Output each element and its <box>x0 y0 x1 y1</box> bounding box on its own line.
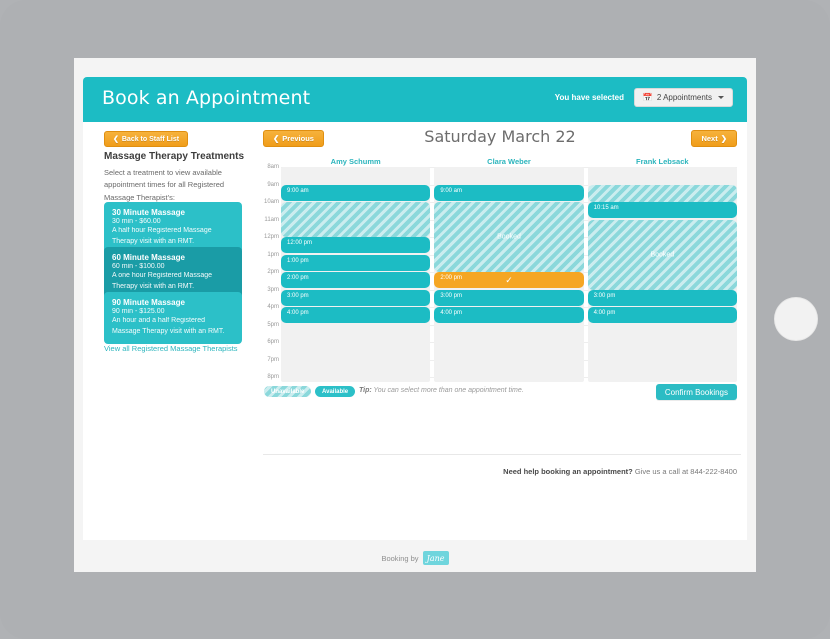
footer-divider <box>263 454 741 455</box>
hour-label-3pm: 3pm <box>267 286 279 293</box>
help-question: Need help booking an appointment? <box>503 467 633 476</box>
hour-label-8am: 8am <box>267 164 279 170</box>
time-slot-4-00-pm[interactable]: 4:00 pm <box>434 307 584 323</box>
staff-column-header-clara-weber: Clara Weber <box>487 157 531 166</box>
back-button-label: Back to Staff List <box>121 135 180 143</box>
unavailable-block <box>587 184 737 202</box>
time-slot-3-00-pm[interactable]: 3:00 pm <box>281 289 431 306</box>
time-slot-label: 1:00 pm <box>287 257 309 264</box>
treatment-name: 90 Minute Massage <box>112 298 185 307</box>
time-slot-label: 4:00 pm <box>593 310 616 316</box>
time-slot-label: 3:00 pm <box>440 292 463 299</box>
confirm-bookings-button[interactable]: Confirm Bookings <box>655 384 737 400</box>
time-slot-3-00-pm[interactable]: 3:00 pm <box>587 289 737 306</box>
chevron-left-icon: ❮ <box>113 136 119 143</box>
sidebar-title: Massage Therapy Treatments <box>104 151 245 162</box>
time-grid: 8am 9am 10am 11am 12pm 1pm 2pm 3pm 4pm 5pm 6pm 7pm 8… <box>253 164 747 382</box>
time-slot-label: 10:15 am <box>593 205 619 211</box>
tip-text: Tip: You can select more than one appoin… <box>359 387 524 394</box>
hour-label-11am: 11am <box>264 216 279 223</box>
time-slot-9-00-am[interactable]: 9:00 am <box>434 184 584 201</box>
time-slot-1-00-pm[interactable]: 1:00 pm <box>281 254 431 271</box>
treatment-price: 90 min - $125.00 <box>112 308 165 315</box>
unavailable-block: Booked <box>587 219 737 290</box>
hour-label-7pm: 7pm <box>267 356 279 363</box>
view-all-therapists-link[interactable]: View all Registered Massage Therapists <box>104 344 238 353</box>
hour-label-6pm: 6pm <box>267 339 279 345</box>
time-slot-label: 9:00 am <box>287 187 309 194</box>
back-to-staff-list-button[interactable]: ❮ Back to Staff List <box>104 131 189 147</box>
help-text: Need help booking an appointment? Give u… <box>503 467 737 476</box>
calendar-panel: ❮ Previous Next ❯ Saturday March 22 Amy … <box>253 122 747 540</box>
help-answer: Give us a call at 844-222-8400 <box>632 467 737 476</box>
treatment-name: 30 Minute Massage <box>112 208 185 217</box>
time-slot-10-15-am[interactable]: 10:15 am <box>587 202 737 218</box>
hour-label-9am: 9am <box>267 181 279 188</box>
app-content: ❮ Back to Staff List Massage Therapy Tre… <box>83 122 747 540</box>
treatment-name: 60 Minute Massage <box>112 253 185 262</box>
hour-label-4pm: 4pm <box>267 304 279 310</box>
jane-logo: Jane <box>422 551 449 565</box>
legend-badge-unavailable: Unavailable <box>264 386 311 397</box>
time-slot-label: 3:00 pm <box>593 292 616 299</box>
treatment-price: 30 min - $60.00 <box>112 218 161 225</box>
app-screen: Book an Appointment You have selected 📅 … <box>74 58 756 572</box>
tip-body: You can select more than one appointment… <box>371 387 524 394</box>
app-header: Book an Appointment You have selected 📅 … <box>83 77 747 122</box>
time-slot-2-00-pm[interactable]: 2:00 pm <box>281 272 431 288</box>
time-slot-label: 9:00 am <box>440 187 463 194</box>
treatment-card-90-minute[interactable]: 90 Minute Massage 90 min - $125.00 An ho… <box>104 292 242 344</box>
time-slot-2-00-pm[interactable]: 2:00 pm ✓ <box>434 272 584 288</box>
booked-label: Booked <box>497 233 521 241</box>
branding: Booking by Jane <box>74 544 756 572</box>
time-slot-3-00-pm[interactable]: 3:00 pm <box>434 289 584 306</box>
hour-label-8pm: 8pm <box>267 374 279 380</box>
tablet-frame: Book an Appointment You have selected 📅 … <box>0 0 830 639</box>
sidebar: ❮ Back to Staff List Massage Therapy Tre… <box>83 122 253 540</box>
hour-label-1pm: 1pm <box>267 251 279 258</box>
tablet-home-button[interactable] <box>774 297 818 341</box>
time-slot-4-00-pm[interactable]: 4:00 pm <box>587 307 737 323</box>
hour-label-2pm: 2pm <box>267 269 279 275</box>
chevron-down-icon <box>718 96 724 99</box>
unavailable-block <box>281 202 431 237</box>
hour-label-5pm: 5pm <box>267 321 279 328</box>
staff-column-header-frank-lebsack: Frank Lebsack <box>636 157 689 166</box>
time-slot-4-00-pm[interactable]: 4:00 pm <box>281 307 431 323</box>
branding-text: Booking by <box>381 553 419 563</box>
check-icon: ✓ <box>505 275 513 285</box>
treatment-description: An hour and a half Registered Massage Th… <box>112 317 225 335</box>
treatment-description: A half hour Registered Massage Therapy v… <box>112 227 212 245</box>
page-title: Book an Appointment <box>102 87 311 109</box>
legend-row: Unavailable Available Tip: You can selec… <box>253 384 747 404</box>
hour-label-12pm: 12pm <box>263 234 279 240</box>
time-slot-label: 2:00 pm <box>287 275 309 281</box>
appointments-dropdown-label: 2 Appointments <box>656 93 712 102</box>
time-slot-9-00-am[interactable]: 9:00 am <box>281 184 431 201</box>
appointments-dropdown[interactable]: 📅 2 Appointments <box>633 88 733 107</box>
time-slot-label: 4:00 pm <box>440 310 463 316</box>
time-slot-label: 3:00 pm <box>287 292 309 299</box>
booked-label: Booked <box>650 251 675 258</box>
time-slot-label: 4:00 pm <box>287 310 309 316</box>
tip-prefix: Tip: <box>359 387 372 394</box>
time-slot-label: 12:00 pm <box>287 240 313 246</box>
treatment-price: 60 min - $100.00 <box>112 263 165 270</box>
calendar-date-title: Saturday March 22 <box>424 127 576 146</box>
calendar-icon: 📅 <box>642 92 653 102</box>
treatment-description: A one hour Registered Massage Therapy vi… <box>112 272 213 290</box>
hour-label-10am: 10am <box>263 199 279 205</box>
selected-count-label: You have selected <box>554 93 624 102</box>
time-slot-12-00-pm[interactable]: 12:00 pm <box>281 237 431 253</box>
staff-column-header-amy-schumm: Amy Schumm <box>330 157 381 166</box>
sidebar-description: Select a treatment to view available app… <box>104 168 225 202</box>
unavailable-block: Booked <box>434 202 584 272</box>
legend-badge-available: Available <box>315 386 356 397</box>
